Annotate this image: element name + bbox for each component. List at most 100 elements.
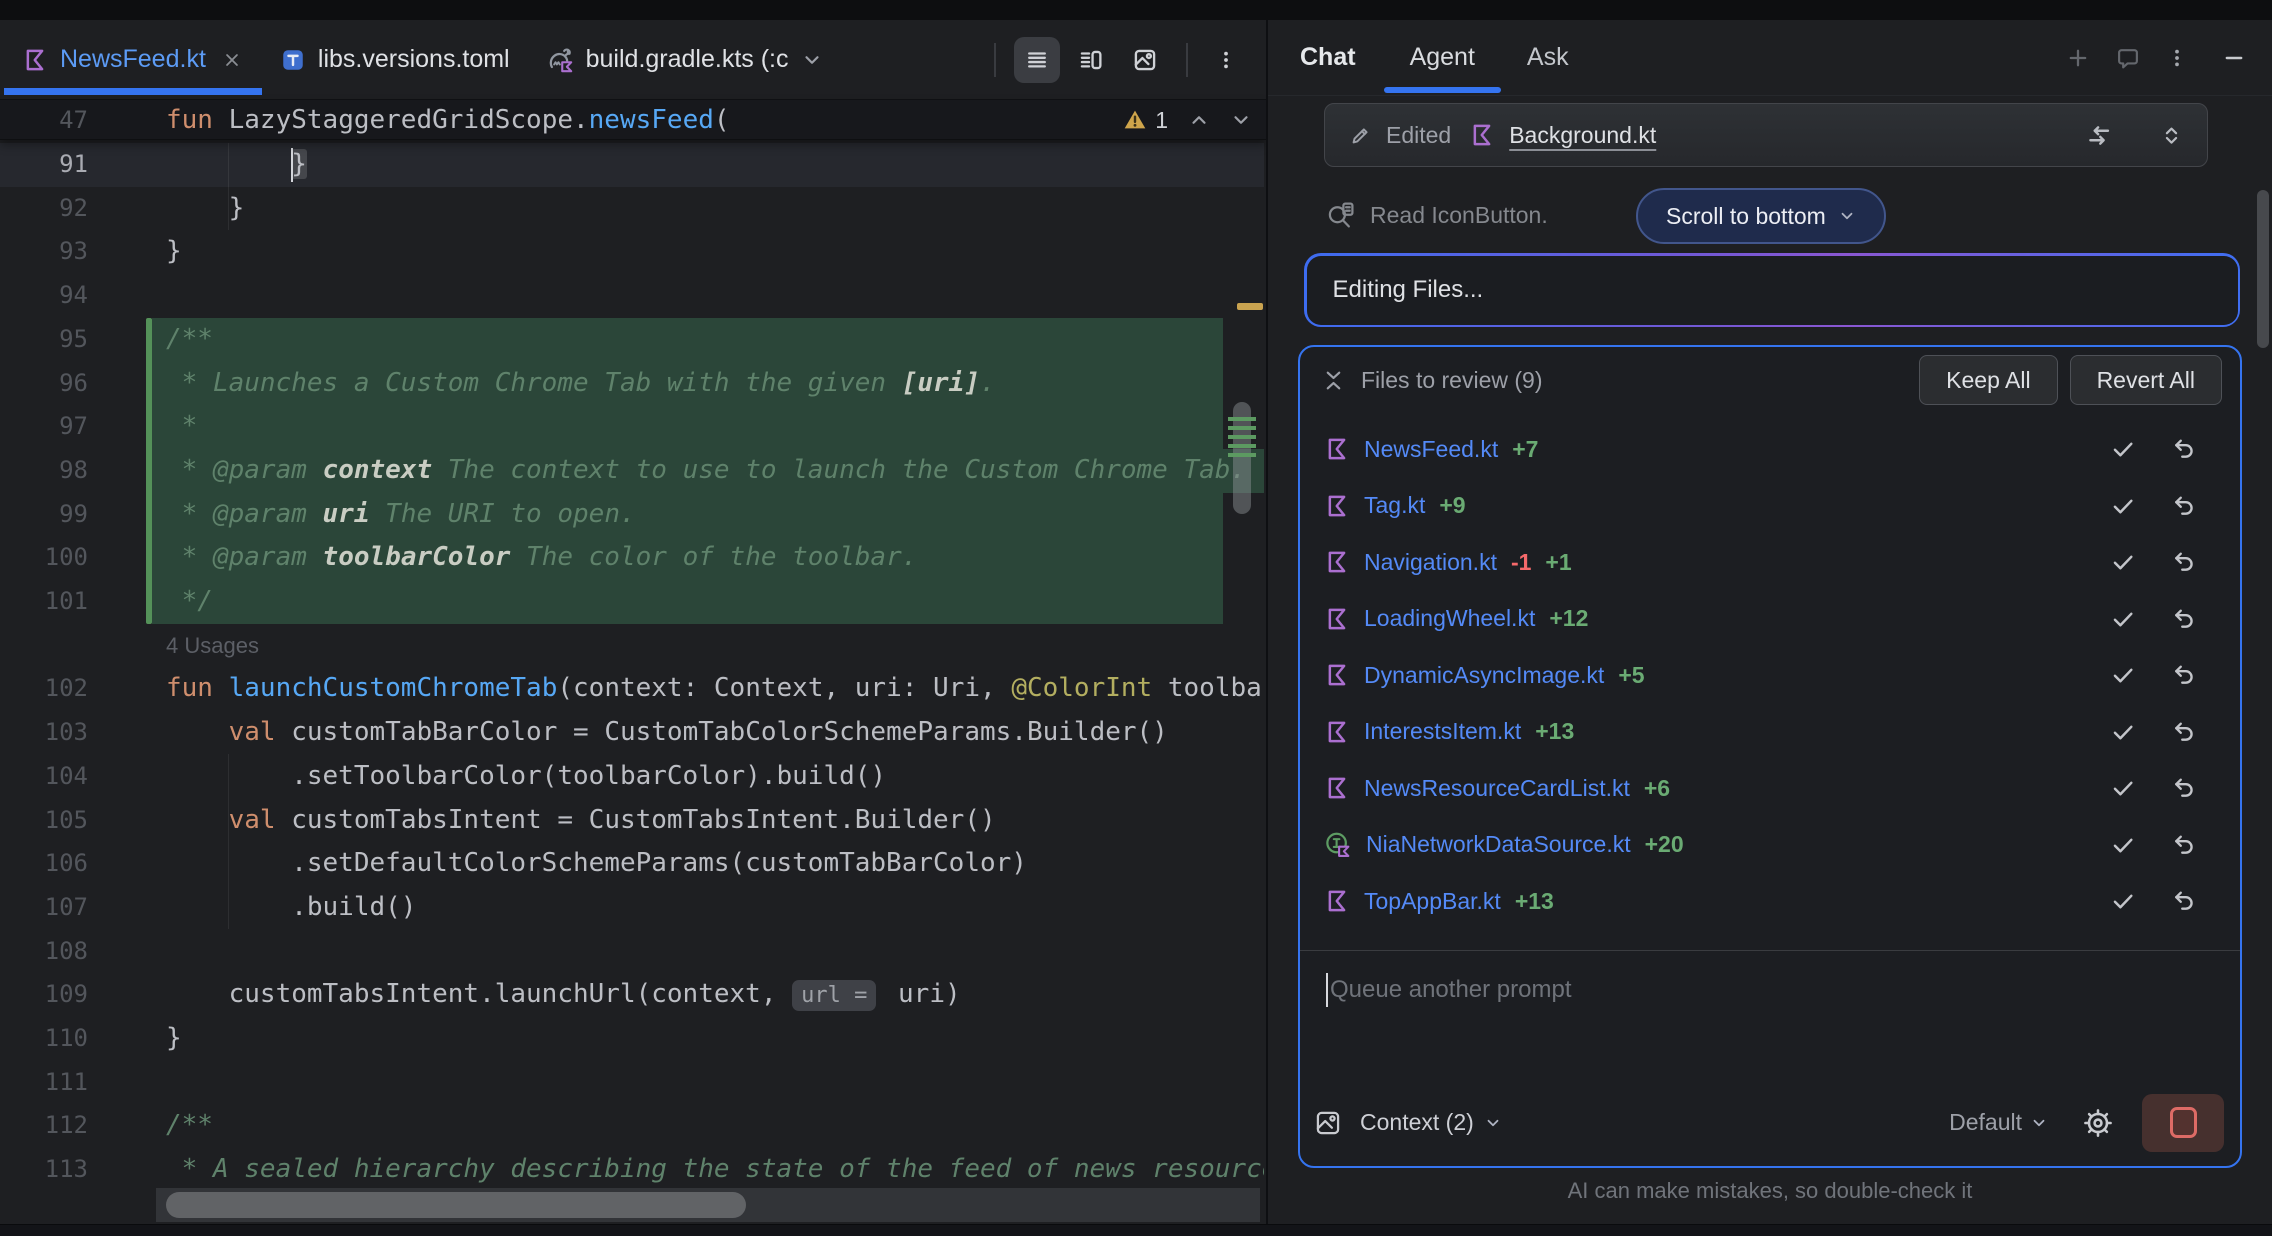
revert-file-icon[interactable] xyxy=(2170,606,2196,632)
window-bottombar xyxy=(0,1224,2272,1236)
view-code-button[interactable] xyxy=(1014,37,1060,83)
kotlin-file-icon xyxy=(1324,606,1350,632)
revert-file-icon[interactable] xyxy=(2170,493,2196,519)
code-text: */ xyxy=(166,580,213,624)
scroll-to-bottom-button[interactable]: Scroll to bottom xyxy=(1636,188,1886,244)
editor-tabbar: NewsFeed.kt libs.versions.toml build.gra… xyxy=(0,20,1266,100)
tab-agent[interactable]: Agent xyxy=(1410,20,1475,96)
added-lines-badge: +9 xyxy=(1439,492,1465,519)
editor-tab-newsfeed[interactable]: NewsFeed.kt xyxy=(4,20,262,100)
keep-file-icon[interactable] xyxy=(2110,606,2136,632)
file-row[interactable]: TopAppBar.kt +13 xyxy=(1300,873,2240,930)
code-text: val customTabsIntent = CustomTabsIntent.… xyxy=(166,799,996,843)
file-row[interactable]: NiaNetworkDataSource.kt+20 xyxy=(1300,817,2240,874)
keep-file-icon[interactable] xyxy=(2110,549,2136,575)
mode-selector[interactable]: Default xyxy=(1949,1109,2048,1136)
code-line: 94 xyxy=(0,274,1264,318)
gear-icon xyxy=(2083,1108,2113,1138)
added-lines-badge: +12 xyxy=(1549,605,1588,632)
keep-all-button[interactable]: Keep All xyxy=(1919,355,2057,405)
keep-file-icon[interactable] xyxy=(2110,832,2136,858)
edited-file-link[interactable]: Background.kt xyxy=(1509,122,1656,149)
line-number: 109 xyxy=(0,973,88,1017)
keep-file-icon[interactable] xyxy=(2110,775,2136,801)
code-text: .setDefaultColorSchemeParams(customTabBa… xyxy=(166,842,1027,886)
context-selector[interactable]: Context (2) xyxy=(1360,1109,1502,1136)
file-row[interactable]: LoadingWheel.kt +12 xyxy=(1300,591,2240,648)
editor-pane: NewsFeed.kt libs.versions.toml build.gra… xyxy=(0,20,1266,1224)
file-row[interactable]: Tag.kt +9 xyxy=(1300,478,2240,535)
collapse-icon[interactable] xyxy=(1322,369,1345,392)
file-row[interactable]: InterestsItem.kt+13 xyxy=(1300,704,2240,761)
keep-file-icon[interactable] xyxy=(2110,493,2136,519)
line-number: 103 xyxy=(0,711,88,755)
prompt-area[interactable]: Queue another prompt Context (2) Default xyxy=(1300,951,2240,1164)
file-name-link[interactable]: DynamicAsyncImage.kt xyxy=(1364,662,1604,689)
view-design-button[interactable] xyxy=(1122,37,1168,83)
expand-icon[interactable] xyxy=(2160,124,2183,147)
file-name-link[interactable]: Tag.kt xyxy=(1364,492,1425,519)
usages-inlay-hint[interactable]: 4 Usages xyxy=(0,624,1264,668)
file-name-link[interactable]: Navigation.kt xyxy=(1364,549,1497,576)
revert-file-icon[interactable] xyxy=(2170,549,2196,575)
keep-file-icon[interactable] xyxy=(2110,719,2136,745)
kotlin-interface-icon xyxy=(1324,831,1352,859)
chat-history-icon[interactable] xyxy=(2116,46,2140,70)
stop-button[interactable] xyxy=(2142,1094,2224,1152)
view-split-button[interactable] xyxy=(1068,37,1114,83)
show-diff-icon[interactable] xyxy=(2085,122,2112,149)
file-name-link[interactable]: TopAppBar.kt xyxy=(1364,888,1501,915)
editor-tab-build-gradle[interactable]: build.gradle.kts (:c xyxy=(528,20,841,100)
editor-caret xyxy=(291,148,293,182)
file-name-link[interactable]: NiaNetworkDataSource.kt xyxy=(1366,831,1631,858)
line-number: 101 xyxy=(0,580,88,624)
warning-counter[interactable]: 1 xyxy=(1123,107,1168,134)
editor-horizontal-scrollbar[interactable] xyxy=(156,1188,1260,1222)
file-row[interactable]: NewsFeed.kt+7 xyxy=(1300,421,2240,478)
settings-button[interactable] xyxy=(2076,1101,2120,1145)
file-name-link[interactable]: LoadingWheel.kt xyxy=(1364,605,1535,632)
revert-file-icon[interactable] xyxy=(2170,436,2196,462)
file-name-link[interactable]: NewsFeed.kt xyxy=(1364,436,1498,463)
revert-file-icon[interactable] xyxy=(2170,832,2196,858)
files-panel-title: Files to review (9) xyxy=(1361,367,1542,394)
kebab-menu-icon[interactable] xyxy=(2166,47,2188,69)
revert-file-icon[interactable] xyxy=(2170,662,2196,688)
prev-issue-icon[interactable] xyxy=(1188,109,1210,131)
keep-file-icon[interactable] xyxy=(2110,662,2136,688)
line-number: 98 xyxy=(0,449,88,493)
line-number: 102 xyxy=(0,667,88,711)
editor-tab-libs-versions[interactable]: libs.versions.toml xyxy=(262,20,528,100)
tab-ask[interactable]: Ask xyxy=(1527,20,1569,96)
attach-image-icon[interactable] xyxy=(1314,1109,1342,1137)
revert-file-icon[interactable] xyxy=(2170,719,2196,745)
file-row[interactable]: DynamicAsyncImage.kt+5 xyxy=(1300,647,2240,704)
file-row[interactable]: Navigation.kt-1+1 xyxy=(1300,534,2240,591)
context-label: Context (2) xyxy=(1360,1109,1474,1136)
revert-file-icon[interactable] xyxy=(2170,888,2196,914)
file-name-link[interactable]: InterestsItem.kt xyxy=(1364,718,1521,745)
usages-hint-text[interactable]: 4 Usages xyxy=(166,624,259,668)
new-chat-icon[interactable] xyxy=(2066,46,2090,70)
scrollbar-thumb[interactable] xyxy=(166,1192,746,1218)
code-area[interactable]: 91 }92 }93}9495/**96 * Launches a Custom… xyxy=(0,140,1264,1188)
file-row-actions xyxy=(2110,832,2216,858)
close-tab-icon[interactable] xyxy=(220,48,244,72)
keep-file-icon[interactable] xyxy=(2110,888,2136,914)
file-row[interactable]: NewsResourceCardList.kt+6 xyxy=(1300,760,2240,817)
file-name-link[interactable]: NewsResourceCardList.kt xyxy=(1364,775,1630,802)
added-lines-badge: +13 xyxy=(1515,888,1554,915)
chat-scrollbar[interactable] xyxy=(2257,190,2269,348)
line-number: 104 xyxy=(0,755,88,799)
revert-file-icon[interactable] xyxy=(2170,775,2196,801)
next-issue-icon[interactable] xyxy=(1230,109,1252,131)
revert-all-button[interactable]: Revert All xyxy=(2070,355,2222,405)
edited-file-card[interactable]: Edited Background.kt xyxy=(1324,103,2208,167)
chevron-down-icon[interactable] xyxy=(801,49,823,71)
editor-options-button[interactable] xyxy=(1206,37,1246,83)
sticky-line[interactable]: 47 fun LazyStaggeredGridScope.newsFeed( … xyxy=(0,100,1266,140)
hide-toolwindow-icon[interactable] xyxy=(2222,46,2246,70)
keep-file-icon[interactable] xyxy=(2110,436,2136,462)
code-text: } xyxy=(166,187,244,231)
prompt-input[interactable]: Queue another prompt xyxy=(1326,973,1572,1007)
